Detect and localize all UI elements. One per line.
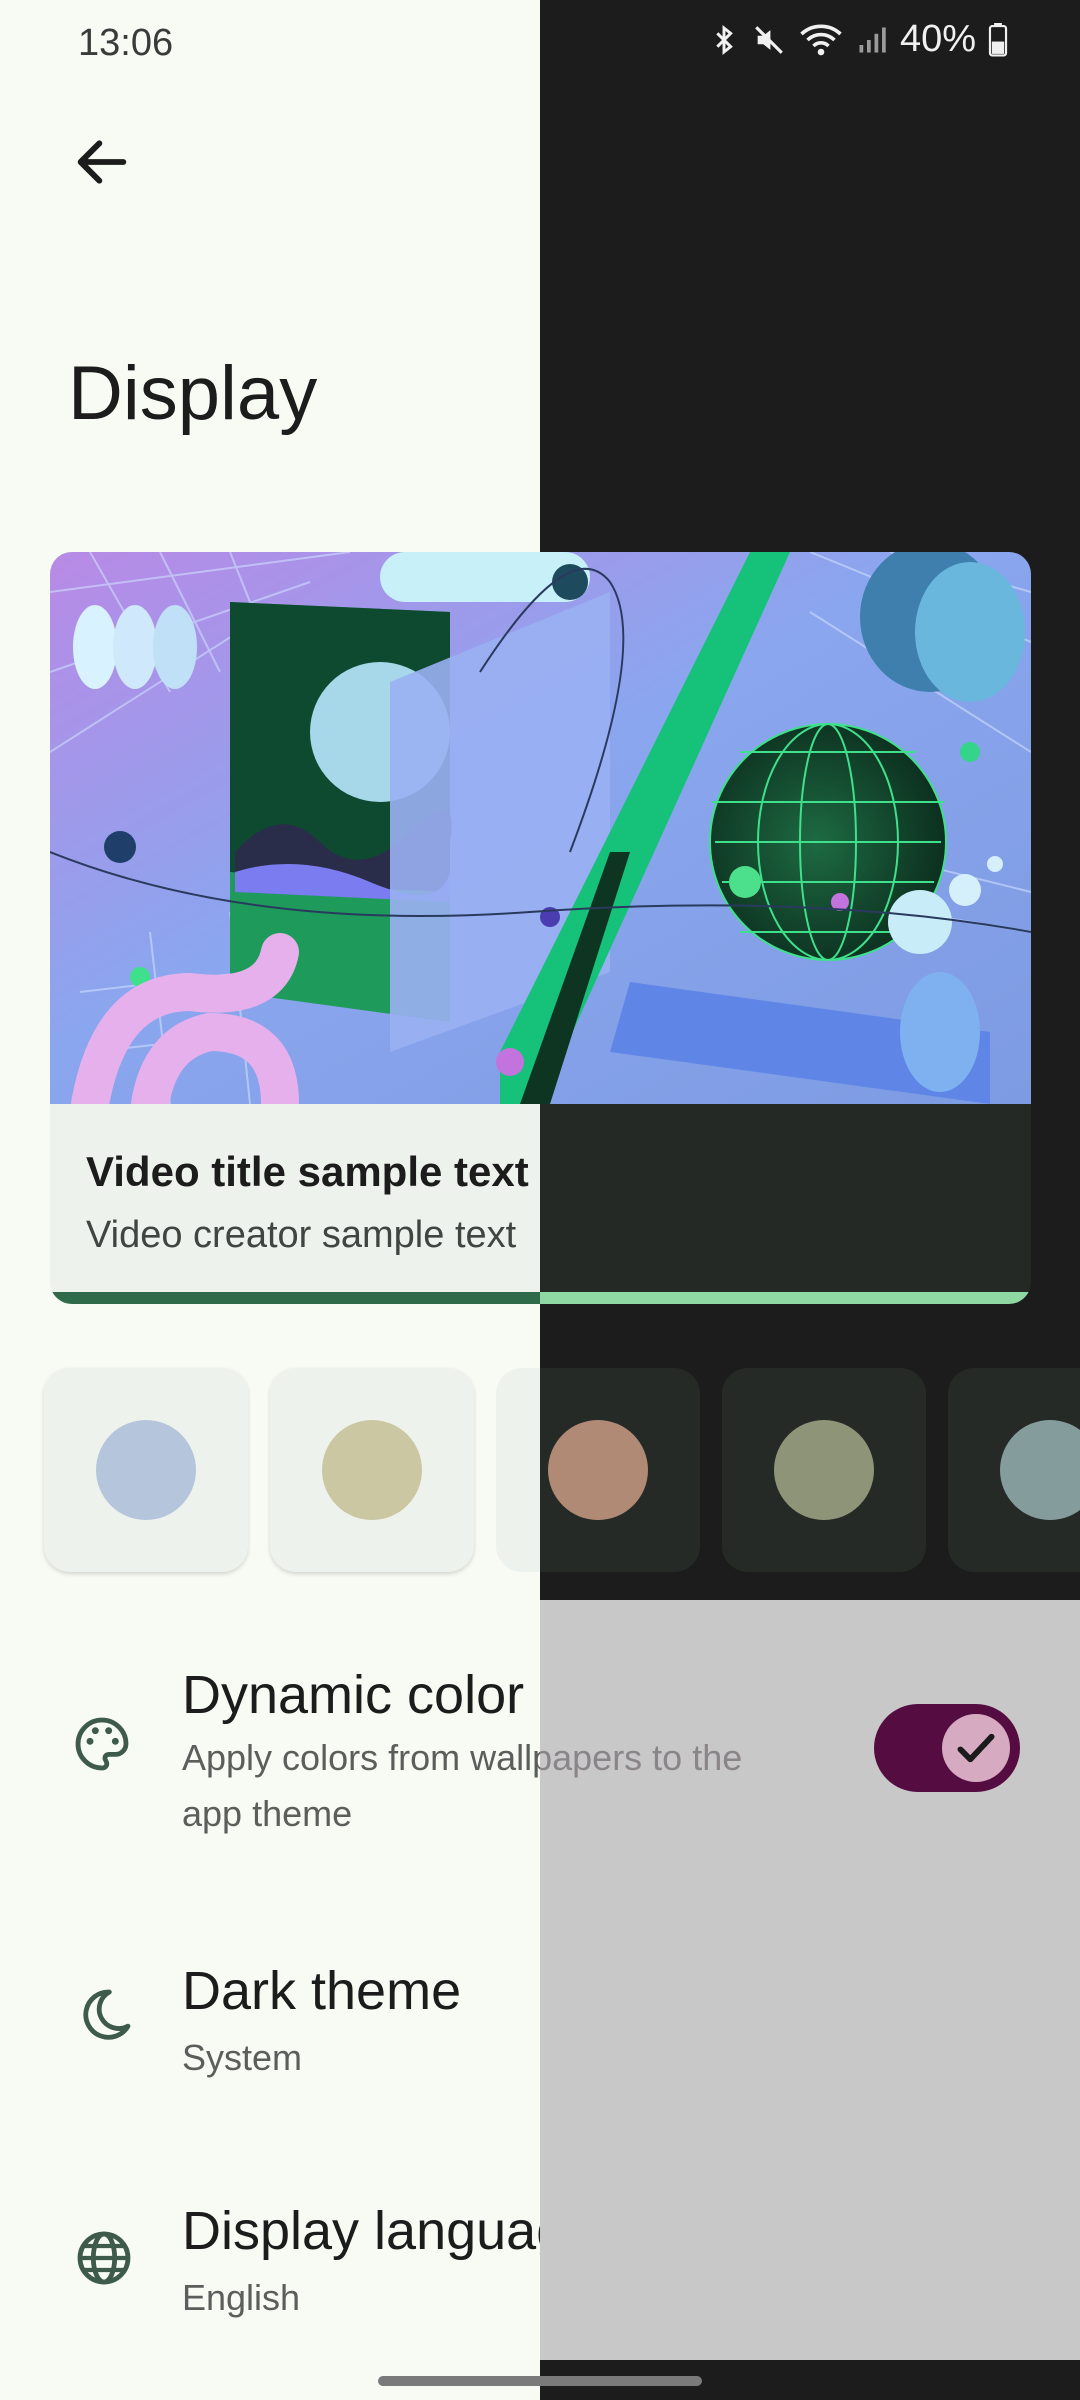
globe-icon bbox=[77, 2231, 131, 2285]
progress-bar-light bbox=[50, 1292, 540, 1304]
palette-icon bbox=[75, 1717, 129, 1771]
status-icons: 40% bbox=[708, 18, 1008, 61]
swatch-color-dot bbox=[1000, 1420, 1080, 1520]
mute-icon bbox=[755, 25, 783, 54]
status-time: 13:06 bbox=[78, 22, 174, 64]
progress-bar-dark bbox=[540, 1292, 1031, 1304]
dynamic-color-subtitle-line2: app theme bbox=[182, 1793, 353, 1834]
color-swatch-4[interactable] bbox=[722, 1368, 926, 1572]
swatch-color-dot bbox=[322, 1420, 422, 1520]
dynamic-color-toggle[interactable] bbox=[874, 1704, 1020, 1792]
back-arrow-icon[interactable] bbox=[70, 130, 134, 194]
page-title: Display bbox=[68, 351, 318, 436]
dynamic-color-subtitle: Apply colors from wallpapers to the app … bbox=[182, 1730, 743, 1842]
color-swatch-1[interactable] bbox=[44, 1368, 248, 1572]
signal-icon bbox=[859, 27, 886, 52]
check-icon bbox=[957, 1733, 995, 1763]
video-title-text: Video title sample text bbox=[86, 1148, 529, 1195]
color-swatch-5[interactable] bbox=[948, 1368, 1080, 1572]
display-language-title[interactable]: Display language bbox=[182, 2200, 597, 2262]
bluetooth-icon bbox=[716, 24, 733, 55]
battery-icon bbox=[988, 22, 1008, 57]
toggle-knob bbox=[942, 1714, 1010, 1782]
dark-theme-value: System bbox=[182, 2030, 303, 2086]
preview-illustration bbox=[50, 552, 1031, 1104]
color-swatch-3[interactable] bbox=[496, 1368, 700, 1572]
theme-preview-card: Video title sample text Video creator sa… bbox=[50, 552, 1031, 1304]
video-creator-text: Video creator sample text bbox=[86, 1214, 517, 1256]
dynamic-color-title: Dynamic color bbox=[182, 1664, 525, 1726]
display-language-value: English bbox=[182, 2270, 301, 2326]
battery-percent: 40% bbox=[899, 18, 976, 60]
home-gesture-bar[interactable] bbox=[378, 2376, 702, 2386]
moon-icon bbox=[83, 1989, 131, 2040]
dark-theme-title[interactable]: Dark theme bbox=[182, 1960, 462, 2022]
wifi-icon bbox=[800, 23, 842, 55]
swatch-color-dot bbox=[548, 1420, 648, 1520]
swatch-color-dot bbox=[96, 1420, 196, 1520]
color-swatch-2[interactable] bbox=[270, 1368, 474, 1572]
swatch-color-dot bbox=[774, 1420, 874, 1520]
dynamic-color-subtitle-line1: Apply colors from wallpapers to the bbox=[182, 1737, 743, 1778]
